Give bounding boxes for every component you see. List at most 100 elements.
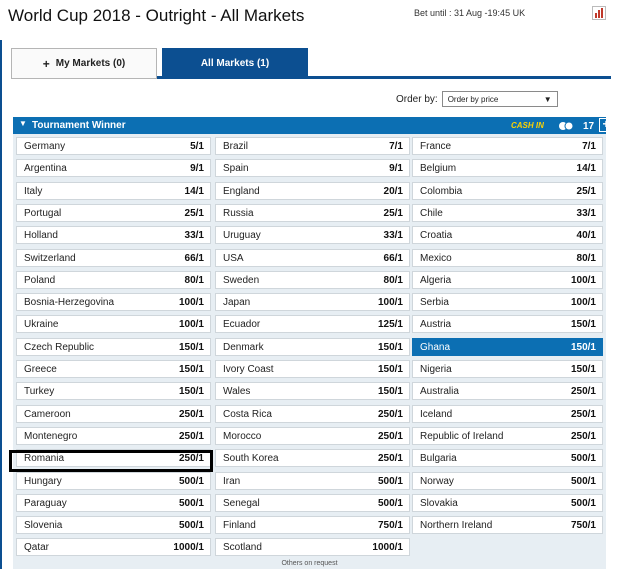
team-name: Italy — [24, 185, 43, 197]
selection-iran[interactable]: Iran 500/1 — [215, 472, 410, 490]
selection-croatia[interactable]: Croatia 40/1 — [412, 226, 603, 244]
selection-paraguay[interactable]: Paraguay 500/1 — [16, 494, 211, 512]
selection-australia[interactable]: Australia 250/1 — [412, 382, 603, 400]
selection-costa-rica[interactable]: Costa Rica 250/1 — [215, 405, 410, 423]
selection-holland[interactable]: Holland 33/1 — [16, 226, 211, 244]
selection-ghana[interactable]: Ghana 150/1 — [412, 338, 603, 356]
triangle-down-icon[interactable]: ▼ — [19, 119, 27, 128]
selection-morocco[interactable]: Morocco 250/1 — [215, 427, 410, 445]
order-by-control: Order by: Order by price ▼ — [396, 91, 558, 107]
team-name: Japan — [223, 296, 251, 308]
selection-northern-ireland[interactable]: Northern Ireland 750/1 — [412, 516, 603, 534]
odds-value: 100/1 — [178, 296, 204, 308]
odds-value: 500/1 — [570, 475, 596, 487]
selection-england[interactable]: England 20/1 — [215, 182, 410, 200]
selection-usa[interactable]: USA 66/1 — [215, 249, 410, 267]
selection-turkey[interactable]: Turkey 150/1 — [16, 382, 211, 400]
team-name: Turkey — [24, 385, 55, 397]
selection-norway[interactable]: Norway 500/1 — [412, 472, 603, 490]
team-name: Greece — [24, 363, 57, 375]
selection-uruguay[interactable]: Uruguay 33/1 — [215, 226, 410, 244]
team-name: Republic of Ireland — [420, 430, 504, 442]
selection-slovenia[interactable]: Slovenia 500/1 — [16, 516, 211, 534]
odds-value: 250/1 — [178, 430, 204, 442]
team-name: Holland — [24, 229, 58, 241]
odds-value: 7/1 — [389, 140, 403, 152]
plus-box-icon[interactable]: + — [599, 118, 613, 132]
selection-mexico[interactable]: Mexico 80/1 — [412, 249, 603, 267]
selection-france[interactable]: France 7/1 — [412, 137, 603, 155]
selection-ukraine[interactable]: Ukraine 100/1 — [16, 315, 211, 333]
market-header[interactable]: ▼ Tournament Winner CASH IN 17 + — [13, 117, 613, 134]
selection-iceland[interactable]: Iceland 250/1 — [412, 405, 603, 423]
odds-value: 250/1 — [377, 452, 403, 464]
selection-bulgaria[interactable]: Bulgaria 500/1 — [412, 449, 603, 467]
selection-czech-republic[interactable]: Czech Republic 150/1 — [16, 338, 211, 356]
odds-value: 1000/1 — [372, 541, 403, 553]
selection-switzerland[interactable]: Switzerland 66/1 — [16, 249, 211, 267]
selection-italy[interactable]: Italy 14/1 — [16, 182, 211, 200]
odds-value: 250/1 — [570, 408, 596, 420]
selection-japan[interactable]: Japan 100/1 — [215, 293, 410, 311]
selection-austria[interactable]: Austria 150/1 — [412, 315, 603, 333]
selection-senegal[interactable]: Senegal 500/1 — [215, 494, 410, 512]
odds-value: 9/1 — [389, 162, 403, 174]
selection-sweden[interactable]: Sweden 80/1 — [215, 271, 410, 289]
odds-value: 25/1 — [184, 207, 204, 219]
selection-finland[interactable]: Finland 750/1 — [215, 516, 410, 534]
team-name: USA — [223, 252, 244, 264]
team-name: Chile — [420, 207, 443, 219]
selection-portugal[interactable]: Portugal 25/1 — [16, 204, 211, 222]
team-name: Romania — [24, 452, 65, 464]
selection-scotland[interactable]: Scotland 1000/1 — [215, 538, 410, 556]
team-name: Poland — [24, 274, 56, 286]
bar-chart-icon[interactable] — [592, 6, 606, 20]
odds-value: 33/1 — [576, 207, 596, 219]
team-name: Slovakia — [420, 497, 458, 509]
odds-value: 100/1 — [570, 296, 596, 308]
team-name: Cameroon — [24, 408, 71, 420]
odds-value: 100/1 — [377, 296, 403, 308]
selection-germany[interactable]: Germany 5/1 — [16, 137, 211, 155]
selection-belgium[interactable]: Belgium 14/1 — [412, 159, 603, 177]
odds-value: 500/1 — [178, 519, 204, 531]
selection-spain[interactable]: Spain 9/1 — [215, 159, 410, 177]
selection-montenegro[interactable]: Montenegro 250/1 — [16, 427, 211, 445]
team-name: Montenegro — [24, 430, 78, 442]
selection-cameroon[interactable]: Cameroon 250/1 — [16, 405, 211, 423]
selection-slovakia[interactable]: Slovakia 500/1 — [412, 494, 603, 512]
selection-brazil[interactable]: Brazil 7/1 — [215, 137, 410, 155]
tab-all-markets[interactable]: All Markets (1) — [162, 48, 308, 79]
selection-chile[interactable]: Chile 33/1 — [412, 204, 603, 222]
order-by-select[interactable]: Order by price ▼ — [441, 91, 558, 107]
market-count: 17 — [583, 121, 595, 132]
selection-wales[interactable]: Wales 150/1 — [215, 382, 410, 400]
selection-russia[interactable]: Russia 25/1 — [215, 204, 410, 222]
selection-ivory-coast[interactable]: Ivory Coast 150/1 — [215, 360, 410, 378]
team-name: Uruguay — [223, 229, 261, 241]
odds-value: 150/1 — [570, 341, 596, 353]
odds-value: 750/1 — [570, 519, 596, 531]
selection-argentina[interactable]: Argentina 9/1 — [16, 159, 211, 177]
tab-my-markets[interactable]: + My Markets (0) — [11, 48, 157, 79]
odds-value: 250/1 — [377, 408, 403, 420]
selection-qatar[interactable]: Qatar 1000/1 — [16, 538, 211, 556]
selection-algeria[interactable]: Algeria 100/1 — [412, 271, 603, 289]
selection-greece[interactable]: Greece 150/1 — [16, 360, 211, 378]
selection-republic-of-ireland[interactable]: Republic of Ireland 250/1 — [412, 427, 603, 445]
selection-hungary[interactable]: Hungary 500/1 — [16, 472, 211, 490]
odds-value: 500/1 — [570, 452, 596, 464]
selection-colombia[interactable]: Colombia 25/1 — [412, 182, 603, 200]
selection-bosnia-herzegovina[interactable]: Bosnia-Herzegovina 100/1 — [16, 293, 211, 311]
selection-romania[interactable]: Romania 250/1 — [16, 449, 211, 467]
selection-ecuador[interactable]: Ecuador 125/1 — [215, 315, 410, 333]
selection-nigeria[interactable]: Nigeria 150/1 — [412, 360, 603, 378]
selection-poland[interactable]: Poland 80/1 — [16, 271, 211, 289]
odds-value: 150/1 — [377, 363, 403, 375]
selection-serbia[interactable]: Serbia 100/1 — [412, 293, 603, 311]
odds-value: 100/1 — [570, 274, 596, 286]
selection-denmark[interactable]: Denmark 150/1 — [215, 338, 410, 356]
team-name: Hungary — [24, 475, 62, 487]
odds-value: 14/1 — [576, 162, 596, 174]
selection-south-korea[interactable]: South Korea 250/1 — [215, 449, 410, 467]
